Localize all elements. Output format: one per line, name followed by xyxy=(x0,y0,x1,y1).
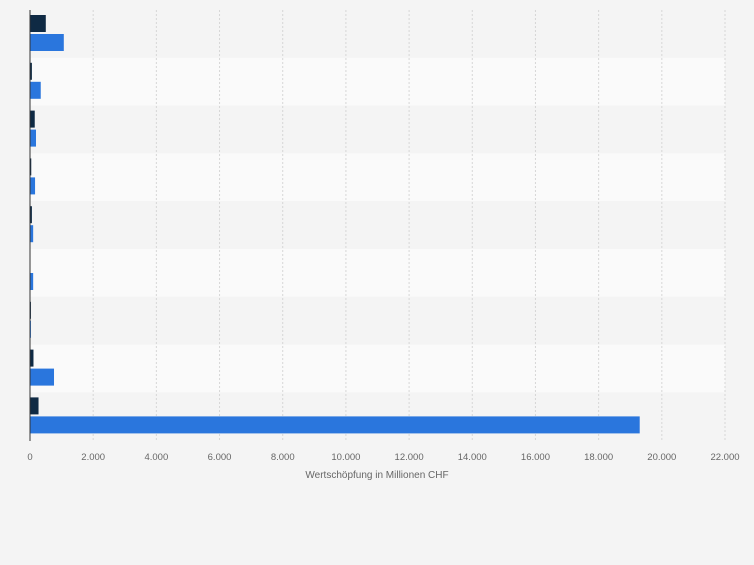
category-band xyxy=(30,297,725,345)
x-tick-label: 20.000 xyxy=(647,452,676,463)
bar-series-2 xyxy=(30,177,35,194)
x-tick-label: 8.000 xyxy=(271,452,295,463)
bar-chart-svg: 0 2.000 4.000 6.000 8.000 10.000 12.000 14.000 1… xyxy=(0,0,754,560)
category-band xyxy=(30,10,725,58)
category-band xyxy=(30,153,725,201)
x-tick-label: 14.000 xyxy=(458,452,487,463)
category-band xyxy=(30,201,725,249)
x-tick-label: 0 xyxy=(27,452,32,463)
bar-series-1 xyxy=(30,15,46,32)
bar-series-2 xyxy=(30,82,41,99)
x-tick-label: 22.000 xyxy=(710,452,739,463)
bar-series-2 xyxy=(30,369,54,386)
category-band xyxy=(30,106,725,154)
x-tick-label: 12.000 xyxy=(395,452,424,463)
category-band xyxy=(30,345,725,393)
chart: 0 2.000 4.000 6.000 8.000 10.000 12.000 14.000 1… xyxy=(0,0,754,560)
bar-series-1 xyxy=(30,111,35,128)
x-axis-title: Wertschöpfung in Millionen CHF xyxy=(305,470,448,481)
x-tick-label: 16.000 xyxy=(521,452,550,463)
category-band xyxy=(30,249,725,297)
x-tick-label: 6.000 xyxy=(208,452,232,463)
x-tick-label: 10.000 xyxy=(331,452,360,463)
x-tick-label: 2.000 xyxy=(81,452,105,463)
x-tick-label: 18.000 xyxy=(584,452,613,463)
bar-series-2 xyxy=(30,34,64,51)
category-band xyxy=(30,58,725,106)
bar-series-1 xyxy=(30,350,33,367)
bar-series-2 xyxy=(30,416,640,433)
x-tick-label: 4.000 xyxy=(144,452,168,463)
bar-series-1 xyxy=(30,397,39,414)
bar-series-2 xyxy=(30,130,36,147)
